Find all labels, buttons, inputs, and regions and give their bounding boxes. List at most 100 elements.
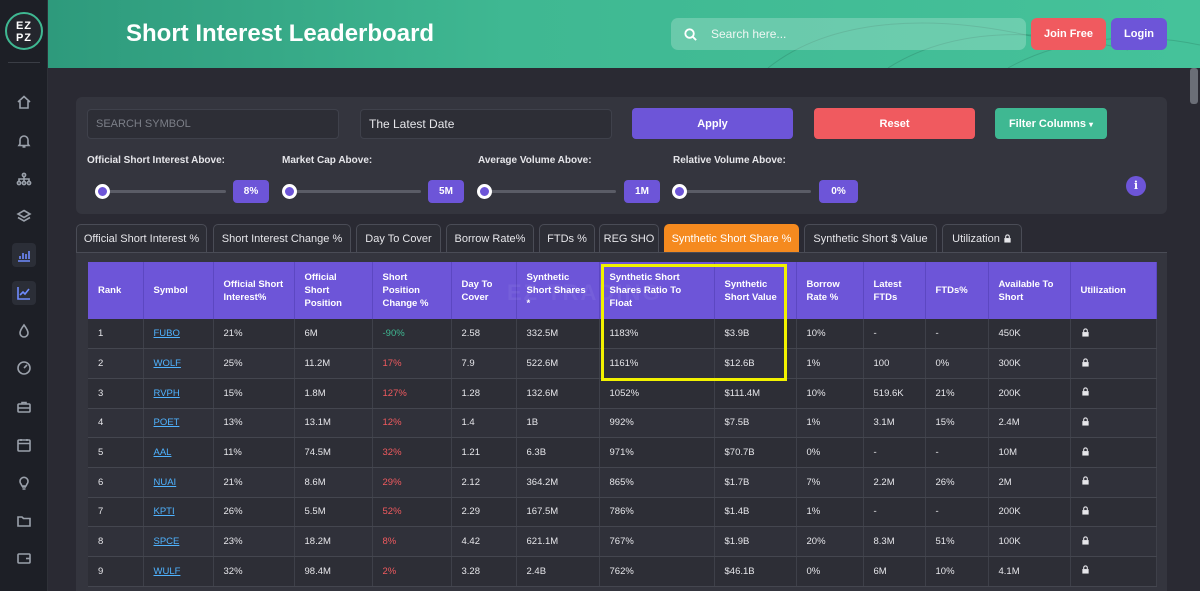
tab-utilization[interactable]: Utilization: [942, 224, 1022, 252]
column-header[interactable]: Available To Short: [988, 262, 1071, 319]
table-cell: 100K: [988, 526, 1071, 557]
apply-button[interactable]: Apply: [632, 108, 793, 139]
table-cell: 6M: [294, 319, 373, 350]
slider-label-relative-volume: Relative Volume Above:: [673, 155, 786, 166]
table-cell: 8%: [372, 526, 452, 557]
table-cell: 15%: [925, 408, 989, 439]
table-cell: 9: [88, 556, 144, 587]
symbol-link[interactable]: POET: [154, 417, 180, 428]
column-header[interactable]: FTDs%: [925, 262, 989, 319]
slider-handle[interactable]: [282, 184, 297, 199]
header-search[interactable]: [671, 18, 1026, 50]
slider-handle[interactable]: [95, 184, 110, 199]
symbol-search-input[interactable]: [87, 109, 339, 139]
tab-official-short-interest[interactable]: Official Short Interest %: [76, 224, 207, 252]
logo-text: EZ PZ: [15, 20, 33, 44]
bulb-icon[interactable]: [12, 471, 36, 495]
column-header[interactable]: Official Short Position: [294, 262, 373, 319]
symbol-link[interactable]: RVPH: [154, 388, 180, 399]
logo[interactable]: EZ PZ: [5, 12, 43, 50]
slider-track[interactable]: [680, 190, 811, 193]
home-icon[interactable]: [12, 90, 36, 114]
slider-handle[interactable]: [477, 184, 492, 199]
table-cell: NUAI: [143, 467, 214, 498]
info-icon[interactable]: i: [1126, 176, 1146, 196]
table-cell: 450K: [988, 319, 1071, 350]
symbol-link[interactable]: KPTI: [154, 506, 175, 517]
table-cell: 621.1M: [516, 526, 600, 557]
table-cell: 1183%: [599, 319, 715, 350]
table-cell: 4: [88, 408, 144, 439]
join-free-button[interactable]: Join Free: [1031, 18, 1106, 50]
filter-columns-label: Filter Columns: [1008, 117, 1086, 130]
utilization-cell: [1070, 319, 1157, 350]
lock-icon: [1081, 417, 1089, 426]
table-cell: 992%: [599, 408, 715, 439]
column-header[interactable]: Rank: [88, 262, 144, 319]
slider-track[interactable]: [290, 190, 421, 193]
table-cell: 786%: [599, 497, 715, 528]
tab-reg-sho[interactable]: REG SHO: [599, 224, 659, 252]
briefcase-icon[interactable]: [12, 395, 36, 419]
bell-icon[interactable]: [12, 129, 36, 153]
tab-synthetic-short-share[interactable]: Synthetic Short Share %: [664, 224, 799, 252]
sitemap-icon[interactable]: [12, 167, 36, 191]
tab-ftds[interactable]: FTDs %: [539, 224, 595, 252]
tab-borrow-rate[interactable]: Borrow Rate%: [446, 224, 534, 252]
tab-day-to-cover[interactable]: Day To Cover: [356, 224, 441, 252]
calendar-icon[interactable]: [12, 433, 36, 457]
symbol-link[interactable]: FUBO: [154, 328, 180, 339]
slider-track[interactable]: [100, 190, 226, 193]
table-cell: 21%: [213, 467, 295, 498]
lock-icon: [1081, 327, 1089, 337]
table-cell: $70.7B: [714, 437, 797, 468]
column-header[interactable]: Synthetic Short Value: [714, 262, 797, 319]
water-drop-icon[interactable]: [12, 319, 36, 343]
login-button[interactable]: Login: [1111, 18, 1167, 50]
column-header[interactable]: Latest FTDs: [863, 262, 926, 319]
table-cell: 21%: [925, 378, 989, 409]
table-cell: 364.2M: [516, 467, 600, 498]
column-header[interactable]: Utilization: [1070, 262, 1157, 319]
utilization-cell: [1070, 497, 1157, 528]
table-row: 7 KPTI 26% 5.5M 52% 2.29 167.5M 786% $1.4B 1% - -20…: [88, 497, 1157, 528]
symbol-link[interactable]: NUAI: [154, 477, 177, 488]
column-header[interactable]: Borrow Rate %: [796, 262, 864, 319]
tab-synthetic-short-value[interactable]: Synthetic Short $ Value: [804, 224, 937, 252]
search-input[interactable]: [711, 27, 1011, 41]
symbol-link[interactable]: WULF: [154, 566, 181, 577]
symbol-link[interactable]: WOLF: [154, 358, 181, 369]
table-cell: 11%: [213, 437, 295, 468]
table-cell: 1%: [796, 497, 864, 528]
filter-columns-button[interactable]: Filter Columns ▾: [995, 108, 1107, 139]
table-cell: 51%: [925, 526, 989, 557]
table-cell: 3.28: [451, 556, 517, 587]
table-cell: 15%: [213, 378, 295, 409]
utilization-cell: [1070, 437, 1157, 468]
slider-track[interactable]: [485, 190, 616, 193]
symbol-link[interactable]: SPCE: [154, 536, 180, 547]
wallet-icon[interactable]: [12, 546, 36, 570]
table-cell: 2: [88, 348, 144, 379]
utilization-cell: [1070, 378, 1157, 409]
table-cell: 1052%: [599, 378, 715, 409]
tab-short-interest-change[interactable]: Short Interest Change %: [213, 224, 351, 252]
reset-button[interactable]: Reset: [814, 108, 975, 139]
line-chart-icon[interactable]: [12, 281, 36, 305]
symbol-link[interactable]: AAL: [154, 447, 172, 458]
page-scrollbar[interactable]: [1190, 68, 1198, 104]
layers-icon[interactable]: [12, 204, 36, 228]
date-input[interactable]: [360, 109, 612, 139]
slider-handle[interactable]: [672, 184, 687, 199]
table-cell: 13%: [213, 408, 295, 439]
folder-icon[interactable]: [12, 509, 36, 533]
table-cell: 300K: [988, 348, 1071, 379]
column-header[interactable]: Official Short Interest%: [213, 262, 295, 319]
gauge-icon[interactable]: [12, 356, 36, 380]
column-header[interactable]: Symbol: [143, 262, 214, 319]
table-cell: 10%: [925, 556, 989, 587]
table-cell: 17%: [372, 348, 452, 379]
bar-chart-icon[interactable]: [12, 243, 36, 267]
table-cell: 10M: [988, 437, 1071, 468]
column-header[interactable]: Short Position Change %: [372, 262, 452, 319]
